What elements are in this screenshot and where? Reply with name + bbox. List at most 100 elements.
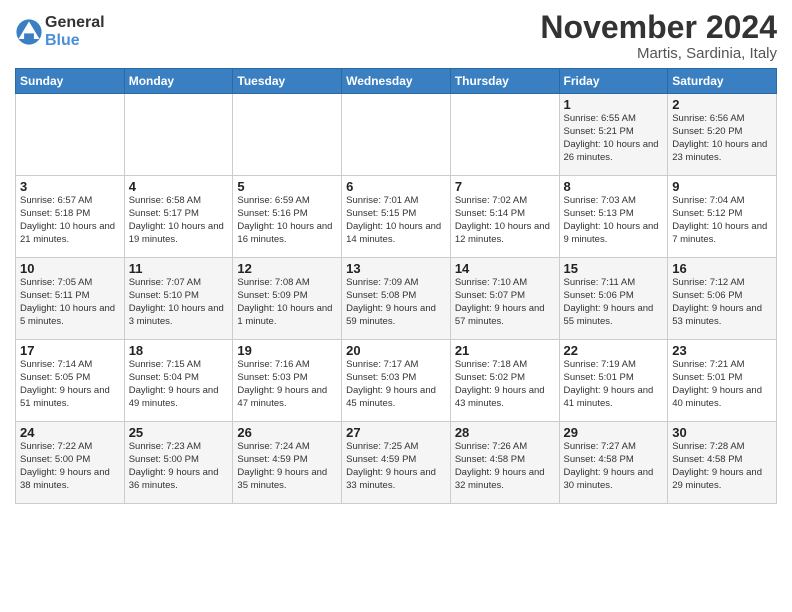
day-detail: Sunrise: 7:03 AM Sunset: 5:13 PM Dayligh… bbox=[564, 195, 664, 246]
day-number: 14 bbox=[455, 261, 555, 276]
day-cell-26: 22Sunrise: 7:19 AM Sunset: 5:01 PM Dayli… bbox=[559, 340, 668, 422]
day-number: 27 bbox=[346, 425, 446, 440]
week-row-3: 10Sunrise: 7:05 AM Sunset: 5:11 PM Dayli… bbox=[16, 258, 777, 340]
day-number: 20 bbox=[346, 343, 446, 358]
day-number: 24 bbox=[20, 425, 120, 440]
day-number: 18 bbox=[129, 343, 229, 358]
day-number: 19 bbox=[237, 343, 337, 358]
day-detail: Sunrise: 7:02 AM Sunset: 5:14 PM Dayligh… bbox=[455, 195, 555, 246]
day-cell-22: 18Sunrise: 7:15 AM Sunset: 5:04 PM Dayli… bbox=[124, 340, 233, 422]
day-cell-24: 20Sunrise: 7:17 AM Sunset: 5:03 PM Dayli… bbox=[342, 340, 451, 422]
day-cell-33: 29Sunrise: 7:27 AM Sunset: 4:58 PM Dayli… bbox=[559, 422, 668, 504]
day-detail: Sunrise: 7:07 AM Sunset: 5:10 PM Dayligh… bbox=[129, 277, 229, 328]
day-cell-9: 5Sunrise: 6:59 AM Sunset: 5:16 PM Daylig… bbox=[233, 176, 342, 258]
day-number: 12 bbox=[237, 261, 337, 276]
day-number: 16 bbox=[672, 261, 772, 276]
header: General Blue November 2024 Martis, Sardi… bbox=[15, 10, 777, 62]
main-container: General Blue November 2024 Martis, Sardi… bbox=[0, 0, 792, 514]
day-number: 13 bbox=[346, 261, 446, 276]
header-wednesday: Wednesday bbox=[342, 69, 451, 94]
day-cell-27: 23Sunrise: 7:21 AM Sunset: 5:01 PM Dayli… bbox=[668, 340, 777, 422]
day-cell-17: 13Sunrise: 7:09 AM Sunset: 5:08 PM Dayli… bbox=[342, 258, 451, 340]
title-area: November 2024 Martis, Sardinia, Italy bbox=[540, 10, 777, 62]
day-number: 28 bbox=[455, 425, 555, 440]
day-cell-15: 11Sunrise: 7:07 AM Sunset: 5:10 PM Dayli… bbox=[124, 258, 233, 340]
day-detail: Sunrise: 7:04 AM Sunset: 5:12 PM Dayligh… bbox=[672, 195, 772, 246]
day-detail: Sunrise: 7:23 AM Sunset: 5:00 PM Dayligh… bbox=[129, 441, 229, 492]
location-subtitle: Martis, Sardinia, Italy bbox=[540, 45, 777, 62]
day-detail: Sunrise: 7:14 AM Sunset: 5:05 PM Dayligh… bbox=[20, 359, 120, 410]
day-cell-20: 16Sunrise: 7:12 AM Sunset: 5:06 PM Dayli… bbox=[668, 258, 777, 340]
day-number: 30 bbox=[672, 425, 772, 440]
week-row-1: 1Sunrise: 6:55 AM Sunset: 5:21 PM Daylig… bbox=[16, 94, 777, 176]
day-cell-30: 26Sunrise: 7:24 AM Sunset: 4:59 PM Dayli… bbox=[233, 422, 342, 504]
day-cell-2 bbox=[233, 94, 342, 176]
day-detail: Sunrise: 7:17 AM Sunset: 5:03 PM Dayligh… bbox=[346, 359, 446, 410]
day-cell-13: 9Sunrise: 7:04 AM Sunset: 5:12 PM Daylig… bbox=[668, 176, 777, 258]
day-number: 17 bbox=[20, 343, 120, 358]
header-friday: Friday bbox=[559, 69, 668, 94]
logo-icon bbox=[15, 18, 43, 46]
day-detail: Sunrise: 7:19 AM Sunset: 5:01 PM Dayligh… bbox=[564, 359, 664, 410]
day-number: 1 bbox=[564, 97, 664, 112]
day-detail: Sunrise: 6:59 AM Sunset: 5:16 PM Dayligh… bbox=[237, 195, 337, 246]
day-cell-16: 12Sunrise: 7:08 AM Sunset: 5:09 PM Dayli… bbox=[233, 258, 342, 340]
day-detail: Sunrise: 7:12 AM Sunset: 5:06 PM Dayligh… bbox=[672, 277, 772, 328]
day-cell-19: 15Sunrise: 7:11 AM Sunset: 5:06 PM Dayli… bbox=[559, 258, 668, 340]
calendar-table: Sunday Monday Tuesday Wednesday Thursday… bbox=[15, 68, 777, 504]
day-detail: Sunrise: 6:57 AM Sunset: 5:18 PM Dayligh… bbox=[20, 195, 120, 246]
header-saturday: Saturday bbox=[668, 69, 777, 94]
header-sunday: Sunday bbox=[16, 69, 125, 94]
day-detail: Sunrise: 7:28 AM Sunset: 4:58 PM Dayligh… bbox=[672, 441, 772, 492]
day-cell-29: 25Sunrise: 7:23 AM Sunset: 5:00 PM Dayli… bbox=[124, 422, 233, 504]
week-row-2: 3Sunrise: 6:57 AM Sunset: 5:18 PM Daylig… bbox=[16, 176, 777, 258]
day-cell-11: 7Sunrise: 7:02 AM Sunset: 5:14 PM Daylig… bbox=[450, 176, 559, 258]
day-number: 21 bbox=[455, 343, 555, 358]
header-monday: Monday bbox=[124, 69, 233, 94]
day-number: 3 bbox=[20, 179, 120, 194]
day-cell-6: 2Sunrise: 6:56 AM Sunset: 5:20 PM Daylig… bbox=[668, 94, 777, 176]
day-number: 2 bbox=[672, 97, 772, 112]
week-row-4: 17Sunrise: 7:14 AM Sunset: 5:05 PM Dayli… bbox=[16, 340, 777, 422]
day-cell-32: 28Sunrise: 7:26 AM Sunset: 4:58 PM Dayli… bbox=[450, 422, 559, 504]
day-number: 15 bbox=[564, 261, 664, 276]
day-number: 11 bbox=[129, 261, 229, 276]
day-detail: Sunrise: 7:15 AM Sunset: 5:04 PM Dayligh… bbox=[129, 359, 229, 410]
weekday-header-row: Sunday Monday Tuesday Wednesday Thursday… bbox=[16, 69, 777, 94]
day-detail: Sunrise: 6:55 AM Sunset: 5:21 PM Dayligh… bbox=[564, 113, 664, 164]
logo-text: General Blue bbox=[45, 14, 105, 49]
day-detail: Sunrise: 7:27 AM Sunset: 4:58 PM Dayligh… bbox=[564, 441, 664, 492]
day-cell-31: 27Sunrise: 7:25 AM Sunset: 4:59 PM Dayli… bbox=[342, 422, 451, 504]
day-number: 23 bbox=[672, 343, 772, 358]
day-number: 26 bbox=[237, 425, 337, 440]
day-detail: Sunrise: 7:01 AM Sunset: 5:15 PM Dayligh… bbox=[346, 195, 446, 246]
day-number: 22 bbox=[564, 343, 664, 358]
day-cell-14: 10Sunrise: 7:05 AM Sunset: 5:11 PM Dayli… bbox=[16, 258, 125, 340]
day-detail: Sunrise: 7:18 AM Sunset: 5:02 PM Dayligh… bbox=[455, 359, 555, 410]
day-detail: Sunrise: 7:16 AM Sunset: 5:03 PM Dayligh… bbox=[237, 359, 337, 410]
day-cell-34: 30Sunrise: 7:28 AM Sunset: 4:58 PM Dayli… bbox=[668, 422, 777, 504]
day-detail: Sunrise: 6:58 AM Sunset: 5:17 PM Dayligh… bbox=[129, 195, 229, 246]
day-cell-18: 14Sunrise: 7:10 AM Sunset: 5:07 PM Dayli… bbox=[450, 258, 559, 340]
day-cell-4 bbox=[450, 94, 559, 176]
day-cell-7: 3Sunrise: 6:57 AM Sunset: 5:18 PM Daylig… bbox=[16, 176, 125, 258]
header-thursday: Thursday bbox=[450, 69, 559, 94]
day-cell-1 bbox=[124, 94, 233, 176]
day-detail: Sunrise: 7:22 AM Sunset: 5:00 PM Dayligh… bbox=[20, 441, 120, 492]
day-number: 7 bbox=[455, 179, 555, 194]
day-cell-25: 21Sunrise: 7:18 AM Sunset: 5:02 PM Dayli… bbox=[450, 340, 559, 422]
day-number: 25 bbox=[129, 425, 229, 440]
day-number: 9 bbox=[672, 179, 772, 194]
day-detail: Sunrise: 7:26 AM Sunset: 4:58 PM Dayligh… bbox=[455, 441, 555, 492]
day-cell-0 bbox=[16, 94, 125, 176]
day-detail: Sunrise: 7:25 AM Sunset: 4:59 PM Dayligh… bbox=[346, 441, 446, 492]
header-tuesday: Tuesday bbox=[233, 69, 342, 94]
day-cell-8: 4Sunrise: 6:58 AM Sunset: 5:17 PM Daylig… bbox=[124, 176, 233, 258]
week-row-5: 24Sunrise: 7:22 AM Sunset: 5:00 PM Dayli… bbox=[16, 422, 777, 504]
day-detail: Sunrise: 7:11 AM Sunset: 5:06 PM Dayligh… bbox=[564, 277, 664, 328]
day-cell-21: 17Sunrise: 7:14 AM Sunset: 5:05 PM Dayli… bbox=[16, 340, 125, 422]
day-detail: Sunrise: 7:09 AM Sunset: 5:08 PM Dayligh… bbox=[346, 277, 446, 328]
day-detail: Sunrise: 7:08 AM Sunset: 5:09 PM Dayligh… bbox=[237, 277, 337, 328]
day-cell-28: 24Sunrise: 7:22 AM Sunset: 5:00 PM Dayli… bbox=[16, 422, 125, 504]
day-number: 6 bbox=[346, 179, 446, 194]
